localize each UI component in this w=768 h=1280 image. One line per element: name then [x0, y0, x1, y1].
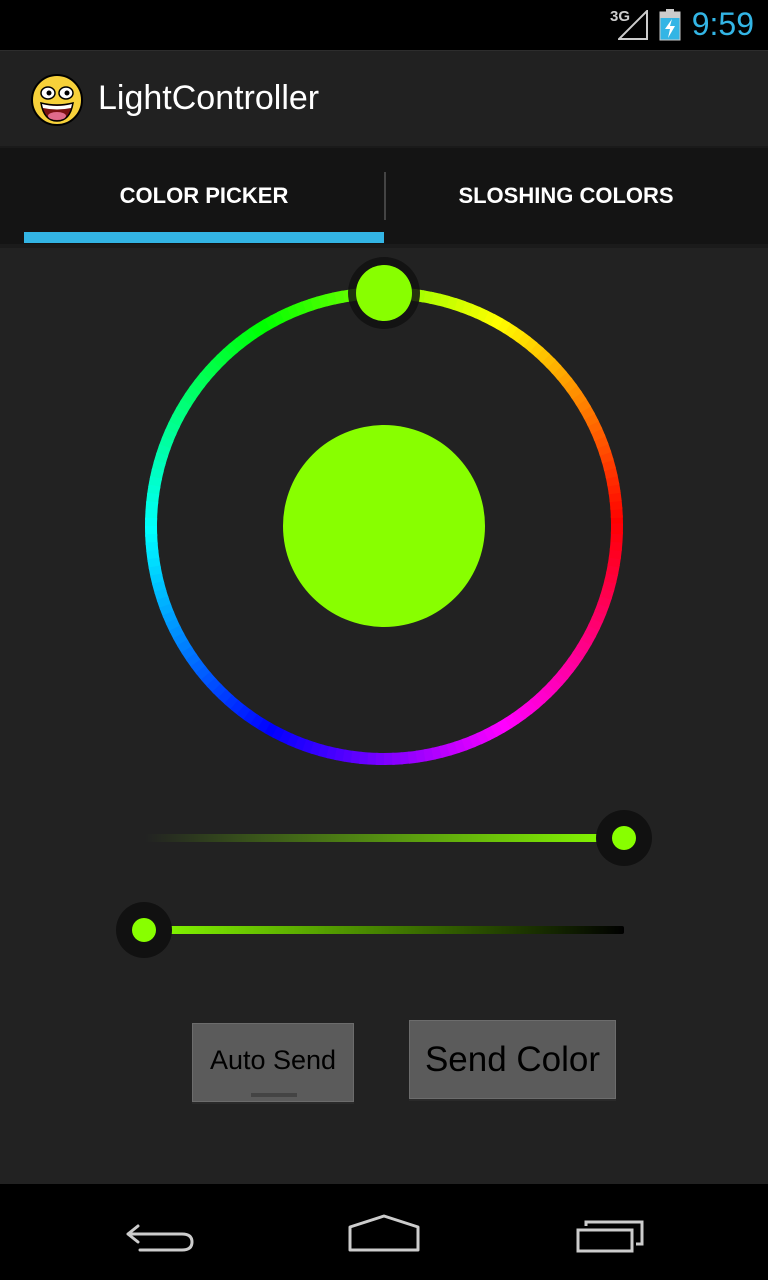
color-picker [145, 257, 623, 765]
tab-sloshing-colors[interactable]: SLOSHING COLORS [386, 148, 746, 244]
auto-send-toggle[interactable]: Auto Send [192, 1023, 354, 1102]
auto-send-label: Auto Send [209, 1045, 337, 1075]
tab-color-picker[interactable]: COLOR PICKER [24, 148, 384, 244]
value-track [144, 926, 624, 934]
value-handle[interactable] [132, 918, 156, 942]
send-color-button[interactable]: Send Color [409, 1020, 616, 1099]
recent-apps-icon[interactable] [560, 1204, 660, 1264]
status-bar: 3G 9:59 [0, 0, 768, 50]
saturation-slider[interactable] [100, 803, 680, 873]
home-icon[interactable] [334, 1204, 434, 1264]
action-bar: LightController [0, 50, 768, 147]
app-title: LightController [98, 79, 320, 117]
signal-icon [618, 10, 648, 40]
toggle-indicator [251, 1093, 297, 1097]
tab-bar: COLOR PICKER SLOSHING COLORS [0, 146, 768, 248]
saturation-track [145, 834, 625, 842]
back-icon[interactable] [110, 1204, 210, 1264]
hue-handle[interactable] [356, 265, 412, 321]
selected-color-preview [283, 425, 485, 627]
value-slider[interactable] [100, 895, 680, 965]
navigation-bar [0, 1184, 768, 1280]
tab-label: COLOR PICKER [119, 183, 289, 208]
battery-charging-icon [659, 9, 681, 41]
tab-label: SLOSHING COLORS [458, 183, 674, 208]
awesome-face-icon[interactable] [30, 73, 84, 127]
tab-selected-indicator [24, 232, 384, 243]
clock: 9:59 [691, 6, 754, 42]
send-color-label: Send Color [424, 1039, 601, 1079]
saturation-handle[interactable] [612, 826, 636, 850]
